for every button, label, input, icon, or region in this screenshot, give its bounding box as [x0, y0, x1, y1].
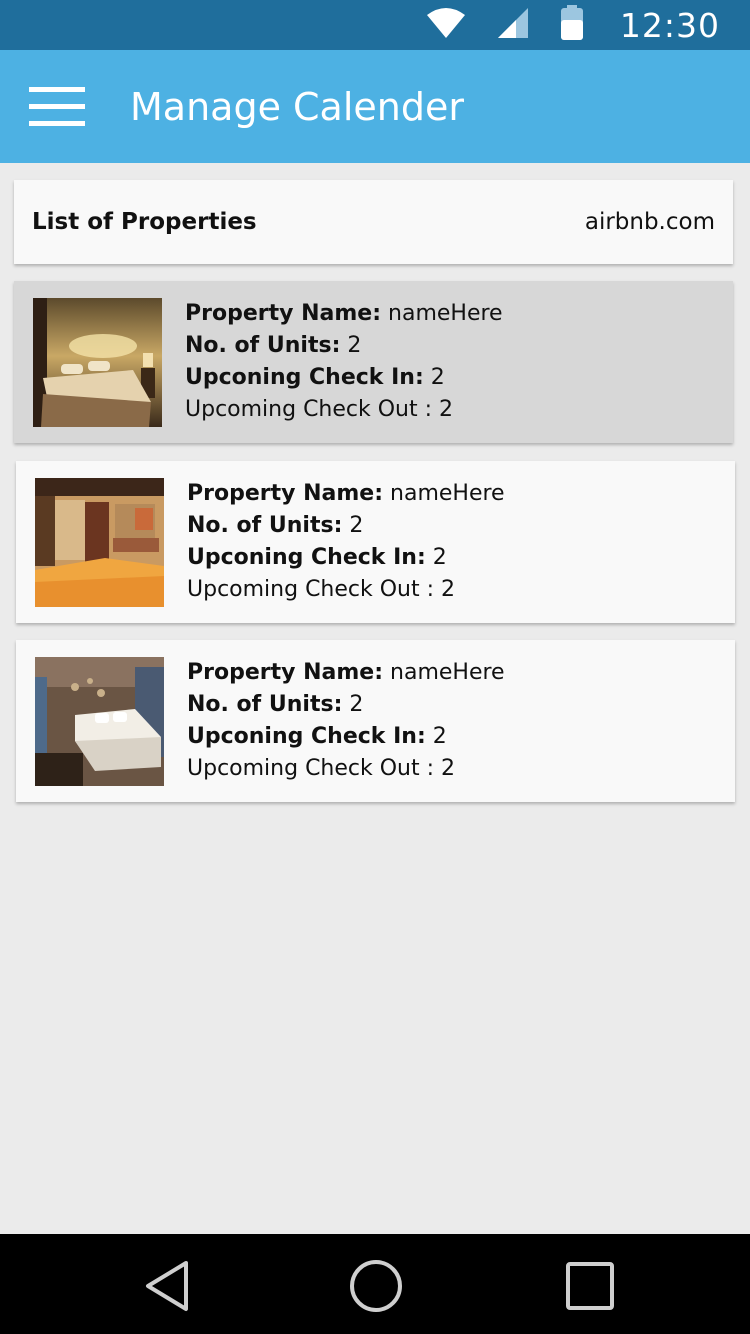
- property-image: [35, 477, 164, 607]
- property-info: Property Name: nameHere No. of Units: 2 …: [187, 478, 505, 606]
- check-in-label: Upconing Check In:: [187, 545, 426, 570]
- wifi-icon: [426, 7, 466, 44]
- list-title: List of Properties: [32, 209, 257, 235]
- units-value: 2: [349, 513, 364, 538]
- property-name-label: Property Name:: [187, 481, 384, 506]
- units-value: 2: [347, 333, 362, 358]
- property-card-3[interactable]: Property Name: nameHere No. of Units: 2 …: [16, 640, 735, 802]
- property-info: Property Name: nameHere No. of Units: 2 …: [185, 298, 503, 426]
- recents-icon[interactable]: [562, 1258, 618, 1314]
- app-bar: Manage Calender: [0, 50, 750, 163]
- check-in-label: Upconing Check In:: [187, 724, 426, 749]
- check-in-label: Upconing Check In:: [185, 365, 424, 390]
- check-out-value: : 2: [426, 577, 456, 602]
- property-name-value: nameHere: [388, 301, 503, 326]
- list-header: List of Properties airbnb.com: [14, 180, 733, 264]
- property-name-value: nameHere: [390, 660, 505, 685]
- property-card-1[interactable]: Property Name: nameHere No. of Units: 2 …: [14, 281, 733, 443]
- property-name-label: Property Name:: [185, 301, 382, 326]
- units-label: No. of Units:: [187, 513, 343, 538]
- navigation-bar: [0, 1234, 750, 1334]
- check-in-value: 2: [430, 365, 445, 390]
- home-icon[interactable]: [348, 1258, 404, 1314]
- check-out-label: Upcoming Check Out: [187, 577, 420, 602]
- check-out-value: : 2: [424, 397, 454, 422]
- property-card-2[interactable]: Property Name: nameHere No. of Units: 2 …: [16, 461, 735, 623]
- check-out-label: Upcoming Check Out: [187, 756, 420, 781]
- property-name-value: nameHere: [390, 481, 505, 506]
- battery-icon: [560, 4, 584, 46]
- signal-icon: [496, 7, 530, 44]
- property-name-label: Property Name:: [187, 660, 384, 685]
- units-label: No. of Units:: [187, 692, 343, 717]
- units-label: No. of Units:: [185, 333, 341, 358]
- check-in-value: 2: [432, 724, 447, 749]
- check-in-value: 2: [432, 545, 447, 570]
- check-out-label: Upcoming Check Out: [185, 397, 418, 422]
- back-icon[interactable]: [140, 1258, 196, 1314]
- status-bar: 12:30: [0, 0, 750, 50]
- clock: 12:30: [619, 5, 720, 45]
- menu-icon[interactable]: [29, 86, 85, 127]
- page-title: Manage Calender: [130, 84, 464, 129]
- property-image: [33, 297, 162, 427]
- property-image: [35, 656, 164, 786]
- check-out-value: : 2: [426, 756, 456, 781]
- units-value: 2: [349, 692, 364, 717]
- property-info: Property Name: nameHere No. of Units: 2 …: [187, 657, 505, 785]
- site-label: airbnb.com: [584, 209, 715, 235]
